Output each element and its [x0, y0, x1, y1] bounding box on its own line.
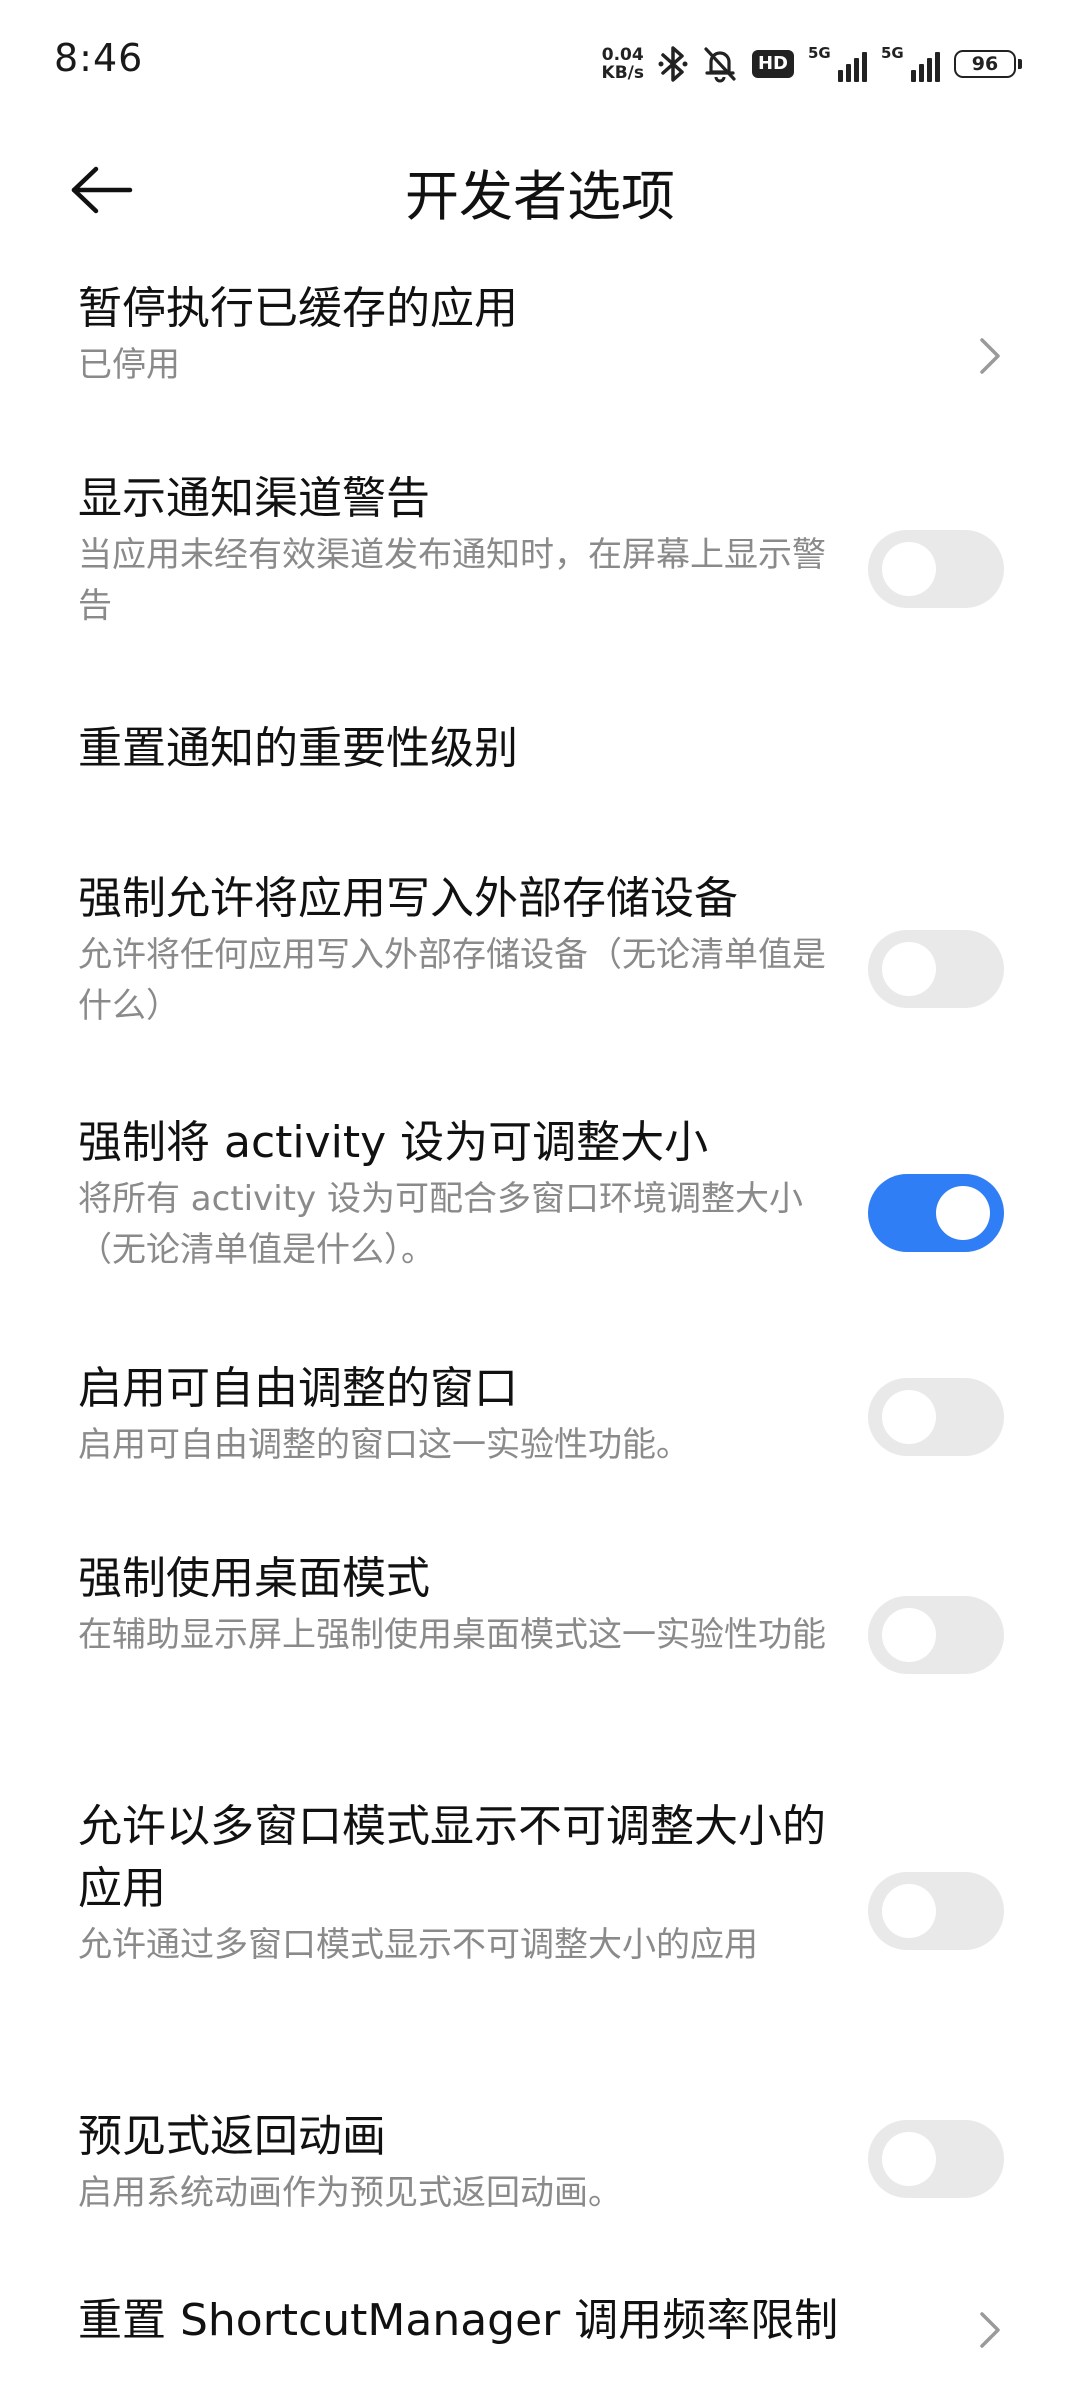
setting-title: 显示通知渠道警告 — [78, 473, 430, 524]
setting-reset-shortcutmanager-rate-limit[interactable]: 重置 ShortcutManager 调用频率限制 — [0, 2290, 1080, 2370]
signal-bar — [862, 52, 867, 82]
setting-description: 允许通过多窗口模式显示不可调整大小的应用 — [78, 1925, 758, 1965]
setting-title: 强制将 activity 设为可调整大小 — [78, 1117, 709, 1168]
setting-force-external-storage[interactable]: 强制允许将应用写入外部存储设备 允许将任何应用写入外部存储设备（无论清单值是什么… — [0, 862, 1080, 1032]
external-storage-toggle[interactable] — [868, 930, 1004, 1008]
setting-title: 强制使用桌面模式 — [78, 1553, 430, 1604]
notification-warning-toggle[interactable] — [868, 530, 1004, 608]
setting-description: 启用可自由调整的窗口这一实验性功能。 — [78, 1425, 690, 1465]
status-bar: 8:46 0.04 KB/s HD 5G 5G 96 — [0, 0, 1080, 130]
setting-title: 允许以多窗口模式显示不可调整大小的应用 — [78, 1801, 826, 1914]
signal-bar — [919, 64, 924, 82]
app-header: 开发者选项 — [0, 130, 1080, 250]
setting-title: 强制允许将应用写入外部存储设备 — [78, 873, 738, 924]
signal-bar — [846, 64, 851, 82]
freeform-windows-toggle[interactable] — [868, 1378, 1004, 1456]
toggle-knob — [882, 1390, 936, 1444]
chevron-right-icon — [980, 338, 1000, 374]
signal-strength-sim1: 5G — [808, 44, 867, 82]
page-title: 开发者选项 — [405, 165, 675, 228]
setting-title: 启用可自由调整的窗口 — [78, 1363, 518, 1414]
setting-description: 在辅助显示屏上强制使用桌面模式这一实验性功能 — [78, 1615, 826, 1655]
toggle-knob — [882, 1608, 936, 1662]
signal-bar — [935, 52, 940, 82]
bell-muted-icon — [704, 47, 736, 83]
signal-bar — [911, 70, 916, 82]
resizable-activities-toggle[interactable] — [868, 1174, 1004, 1252]
setting-predictive-back-animation[interactable]: 预见式返回动画 启用系统动画作为预见式返回动画。 — [0, 2100, 1080, 2220]
setting-reset-notification-importance[interactable]: 重置通知的重要性级别 — [0, 718, 1080, 798]
signal-strength-sim2: 5G — [881, 44, 940, 82]
signal-bar — [927, 58, 932, 82]
setting-description: 将所有 activity 设为可配合多窗口环境调整大小（无论清单值是什么）。 — [78, 1179, 803, 1270]
setting-force-desktop-mode[interactable]: 强制使用桌面模式 在辅助显示屏上强制使用桌面模式这一实验性功能 — [0, 1542, 1080, 1712]
battery-icon: 96 — [954, 50, 1022, 78]
network-speed-value: 0.04 — [601, 45, 644, 65]
setting-non-resizable-multiwindow[interactable]: 允许以多窗口模式显示不可调整大小的应用 允许通过多窗口模式显示不可调整大小的应用 — [0, 1790, 1080, 2020]
toggle-knob — [936, 1186, 990, 1240]
setting-description: 当应用未经有效渠道发布通知时，在屏幕上显示警告 — [78, 535, 826, 626]
hd-voice-badge: HD — [751, 50, 794, 78]
network-speed: 0.04 KB/s — [602, 46, 644, 82]
status-icons: 0.04 KB/s HD 5G 5G 96 — [602, 42, 1022, 86]
setting-title: 暂停执行已缓存的应用 — [78, 283, 518, 334]
setting-description: 启用系统动画作为预见式返回动画。 — [78, 2173, 622, 2213]
network-type-label: 5G — [881, 44, 904, 62]
desktop-mode-toggle[interactable] — [868, 1596, 1004, 1674]
setting-title: 重置通知的重要性级别 — [78, 723, 518, 774]
network-speed-unit: KB/s — [601, 63, 644, 83]
bluetooth-icon — [658, 46, 688, 82]
setting-title: 预见式返回动画 — [78, 2111, 386, 2162]
battery-level: 96 — [971, 53, 999, 75]
non-resizable-multiwindow-toggle[interactable] — [868, 1872, 1004, 1950]
setting-title: 重置 ShortcutManager 调用频率限制 — [78, 2295, 839, 2346]
toggle-knob — [882, 942, 936, 996]
setting-notification-channel-warnings[interactable]: 显示通知渠道警告 当应用未经有效渠道发布通知时，在屏幕上显示警告 — [0, 462, 1080, 632]
status-time: 8:46 — [54, 36, 144, 80]
signal-bar — [838, 70, 843, 82]
setting-freeform-windows[interactable]: 启用可自由调整的窗口 启用可自由调整的窗口这一实验性功能。 — [0, 1352, 1080, 1472]
predictive-back-toggle[interactable] — [868, 2120, 1004, 2198]
toggle-knob — [882, 1884, 936, 1938]
toggle-knob — [882, 542, 936, 596]
setting-value: 已停用 — [78, 345, 180, 385]
setting-force-resizable-activities[interactable]: 强制将 activity 设为可调整大小 将所有 activity 设为可配合多… — [0, 1106, 1080, 1276]
setting-pause-cached-apps[interactable]: 暂停执行已缓存的应用 已停用 — [0, 272, 1080, 432]
toggle-knob — [882, 2132, 936, 2186]
setting-description: 允许将任何应用写入外部存储设备（无论清单值是什么） — [78, 935, 826, 1026]
chevron-right-icon — [980, 2312, 1000, 2348]
network-type-label: 5G — [808, 44, 831, 62]
signal-bar — [854, 58, 859, 82]
